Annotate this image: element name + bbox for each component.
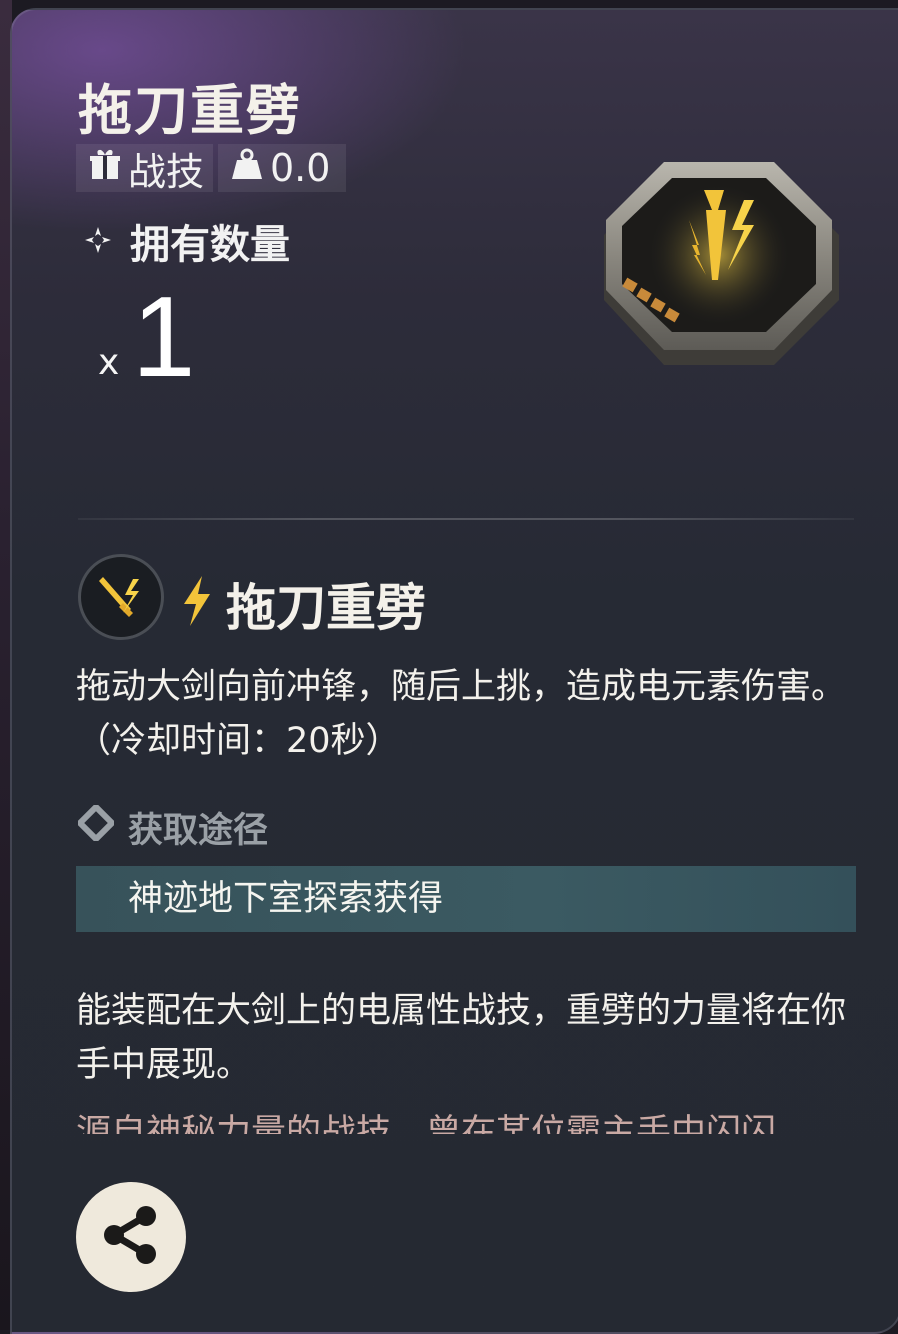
- weight-icon: [218, 146, 270, 190]
- share-icon: [98, 1202, 164, 1272]
- diamond-bullet-icon: [75, 802, 128, 850]
- owned-count: 1: [132, 274, 196, 401]
- compass-icon: [84, 218, 130, 264]
- item-title: 拖刀重劈: [78, 79, 302, 142]
- share-button[interactable]: [76, 1182, 186, 1292]
- flavor-text-partial: 源自神秘力量的战技，曾在某位霸主手中闪闪: [76, 1113, 777, 1134]
- count-prefix: x: [98, 342, 120, 383]
- sword-lightning-icon: [78, 554, 164, 640]
- source-entry[interactable]: 神迹地下室探索获得: [76, 866, 856, 932]
- source-heading-row: 获取途径: [75, 802, 269, 853]
- section-divider: [78, 518, 854, 520]
- item-weight-chip: 0.0: [218, 144, 346, 192]
- owned-count-row: 拥有数量: [84, 212, 290, 270]
- lightning-bolt-icon: [180, 576, 214, 630]
- item-type-label: 战技: [128, 149, 205, 194]
- item-type-chip: 战技: [76, 144, 213, 194]
- skill-description: 拖动大剑向前冲锋，随后上挑，造成电元素伤害。（冷却时间：20秒）: [76, 667, 847, 761]
- item-detail-card: 拖刀重劈 战技 0.0 拥有数量 x 1 拖刀重劈 拖动大剑向前冲锋，随后上挑，…: [10, 8, 898, 1334]
- skill-name: 拖刀重劈: [226, 579, 426, 637]
- skill-chip-emblem: [594, 160, 844, 374]
- flavor-text: 能装配在大剑上的电属性战技，重劈的力量将在你手中展现。: [76, 991, 847, 1085]
- item-weight-value: 0.0: [270, 146, 331, 190]
- source-heading: 获取途径: [128, 811, 269, 851]
- gift-box-icon: [76, 146, 128, 190]
- owned-label: 拥有数量: [130, 222, 290, 268]
